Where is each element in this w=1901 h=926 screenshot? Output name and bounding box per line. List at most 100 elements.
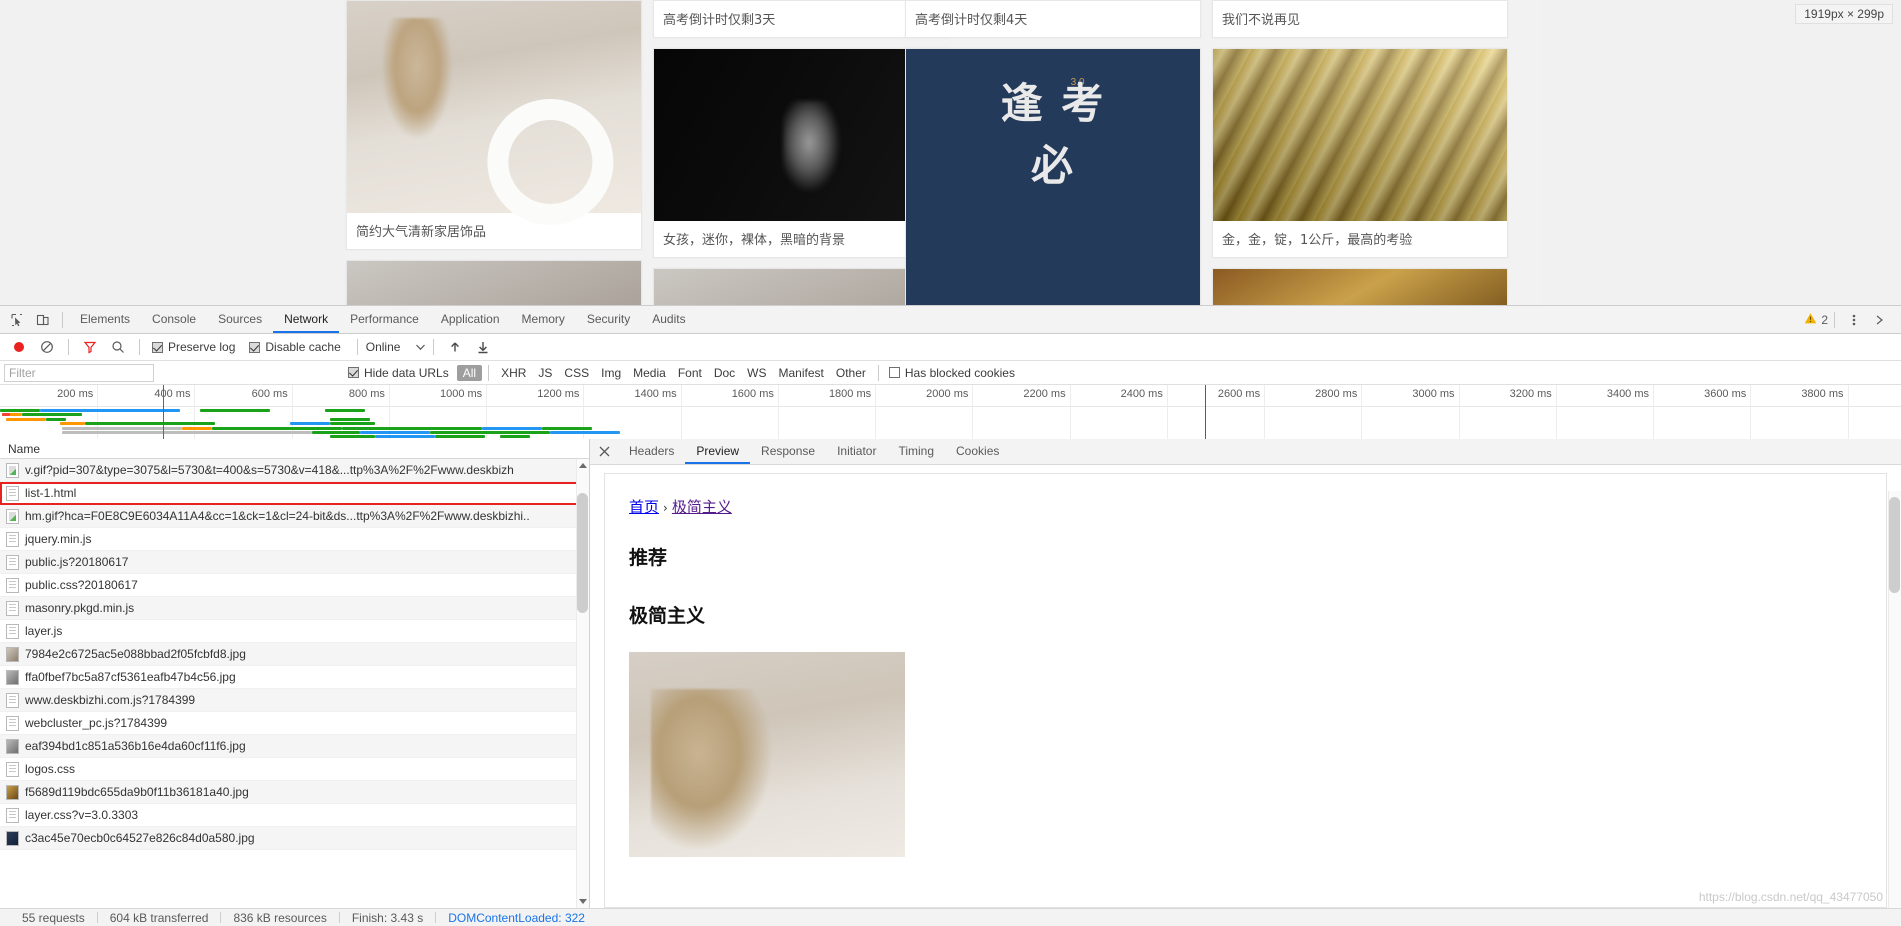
- request-row[interactable]: logos.css: [0, 758, 589, 781]
- hide-data-urls-checkbox[interactable]: Hide data URLs: [348, 366, 449, 380]
- scroll-up-icon[interactable]: [579, 463, 587, 468]
- waterfall-bar: [6, 418, 46, 421]
- breadcrumb-current-link[interactable]: 极简主义: [672, 498, 732, 516]
- wallpaper-card[interactable]: 金，金，锭，1公斤，最高的考验: [1212, 48, 1508, 258]
- filter-type-doc[interactable]: Doc: [708, 365, 741, 381]
- tab-elements[interactable]: Elements: [69, 306, 141, 333]
- network-toolbar: Preserve log Disable cache Online: [0, 334, 1901, 361]
- request-row[interactable]: c3ac45e70ecb0c64527e826c84d0a580.jpg: [0, 827, 589, 850]
- device-toolbar-icon[interactable]: [30, 308, 56, 332]
- filter-type-other[interactable]: Other: [830, 365, 872, 381]
- wallpaper-thumbnail[interactable]: [1213, 269, 1507, 305]
- tab-memory[interactable]: Memory: [511, 306, 576, 333]
- disable-cache-checkbox[interactable]: Disable cache: [249, 340, 340, 354]
- preserve-log-checkbox[interactable]: Preserve log: [152, 340, 235, 354]
- request-row[interactable]: www.deskbizhi.com.js?1784399: [0, 689, 589, 712]
- warning-icon: [1804, 312, 1817, 328]
- close-devtools-icon[interactable]: [1867, 308, 1893, 332]
- filter-input[interactable]: [4, 364, 154, 382]
- request-row[interactable]: eaf394bd1c851a536b16e4da60cf11f6.jpg: [0, 735, 589, 758]
- wallpaper-thumbnail[interactable]: [654, 269, 948, 305]
- wallpaper-card[interactable]: 我们不说再见: [1212, 0, 1508, 38]
- inspect-element-icon[interactable]: [4, 308, 30, 332]
- wallpaper-thumbnail[interactable]: 3.0 逢 考 必: [906, 49, 1200, 305]
- filter-type-img[interactable]: Img: [595, 365, 627, 381]
- request-row[interactable]: f5689d119bdc655da9b0f11b36181a40.jpg: [0, 781, 589, 804]
- request-row[interactable]: list-1.html: [0, 482, 589, 505]
- preview-scrollbar[interactable]: [1888, 491, 1901, 908]
- detail-tab-response[interactable]: Response: [750, 439, 826, 464]
- wallpaper-thumbnail[interactable]: [1213, 49, 1507, 221]
- wallpaper-card[interactable]: [1212, 268, 1508, 305]
- tab-sources[interactable]: Sources: [207, 306, 273, 333]
- request-list-header[interactable]: Name: [0, 439, 589, 459]
- wallpaper-card[interactable]: [346, 260, 642, 305]
- tab-audits[interactable]: Audits: [641, 306, 696, 333]
- clear-icon[interactable]: [34, 335, 60, 359]
- filter-type-media[interactable]: Media: [627, 365, 672, 381]
- breadcrumb-home-link[interactable]: 首页: [629, 498, 659, 516]
- warning-badge[interactable]: 2: [1804, 312, 1828, 328]
- detail-tab-cookies[interactable]: Cookies: [945, 439, 1010, 464]
- request-row[interactable]: layer.css?v=3.0.3303: [0, 804, 589, 827]
- tab-security[interactable]: Security: [576, 306, 641, 333]
- request-row[interactable]: 7984e2c6725ac5e088bbad2f05fcbfd8.jpg: [0, 643, 589, 666]
- wallpaper-card[interactable]: 简约大气清新家居饰品: [346, 0, 642, 250]
- detail-tab-initiator[interactable]: Initiator: [826, 439, 887, 464]
- detail-tab-preview[interactable]: Preview: [685, 439, 750, 464]
- wallpaper-thumbnail[interactable]: [347, 1, 641, 213]
- wallpaper-thumbnail[interactable]: [654, 49, 948, 221]
- filter-type-all[interactable]: All: [457, 365, 482, 381]
- request-row[interactable]: public.js?20180617: [0, 551, 589, 574]
- wallpaper-caption: 金，金，锭，1公斤，最高的考验: [1213, 221, 1507, 257]
- more-options-icon[interactable]: [1841, 308, 1867, 332]
- import-har-icon[interactable]: [442, 335, 468, 359]
- request-row[interactable]: hm.gif?hca=F0E8C9E6034A11A4&cc=1&ck=1&cl…: [0, 505, 589, 528]
- filter-type-ws[interactable]: WS: [741, 365, 772, 381]
- request-row[interactable]: v.gif?pid=307&type=3075&l=5730&t=400&s=5…: [0, 459, 589, 482]
- tab-network[interactable]: Network: [273, 306, 339, 333]
- waterfall-bar: [200, 409, 270, 412]
- filter-type-font[interactable]: Font: [672, 365, 708, 381]
- filter-icon[interactable]: [77, 335, 103, 359]
- tab-application[interactable]: Application: [430, 306, 511, 333]
- filter-type-js[interactable]: JS: [532, 365, 558, 381]
- request-row[interactable]: masonry.pkgd.min.js: [0, 597, 589, 620]
- export-har-icon[interactable]: [470, 335, 496, 359]
- request-list-pane: Name v.gif?pid=307&type=3075&l=5730&t=40…: [0, 439, 590, 908]
- preview-body[interactable]: 首页›极简主义 推荐 极简主义: [590, 465, 1901, 908]
- tab-performance[interactable]: Performance: [339, 306, 430, 333]
- wallpaper-thumbnail[interactable]: [347, 261, 641, 305]
- wallpaper-card[interactable]: 3.0 逢 考 必: [905, 48, 1201, 305]
- has-blocked-cookies-checkbox[interactable]: Has blocked cookies: [889, 366, 1015, 380]
- webpage-viewport[interactable]: 简约大气清新家居饰品 高考倒计时仅剩3天 女孩，迷你，裸体，黑暗的背景: [0, 0, 1901, 305]
- close-icon[interactable]: [590, 439, 618, 464]
- request-name: 7984e2c6725ac5e088bbad2f05fcbfd8.jpg: [25, 647, 246, 661]
- request-list[interactable]: v.gif?pid=307&type=3075&l=5730&t=400&s=5…: [0, 459, 589, 908]
- request-row[interactable]: jquery.min.js: [0, 528, 589, 551]
- status-resources: 836 kB resources: [221, 911, 338, 925]
- wallpaper-card[interactable]: 高考倒计时仅剩4天: [905, 0, 1201, 38]
- status-domcontentloaded: DOMContentLoaded: 322: [436, 911, 597, 925]
- scrollbar-thumb[interactable]: [1889, 497, 1900, 593]
- throttling-select[interactable]: Online: [366, 340, 426, 354]
- request-row[interactable]: layer.js: [0, 620, 589, 643]
- detail-tab-headers[interactable]: Headers: [618, 439, 685, 464]
- filter-type-manifest[interactable]: Manifest: [773, 365, 830, 381]
- request-list-scrollbar[interactable]: [576, 459, 589, 908]
- waterfall-bar: [330, 435, 375, 438]
- scroll-down-icon[interactable]: [579, 899, 587, 904]
- filter-type-xhr[interactable]: XHR: [495, 365, 532, 381]
- request-row[interactable]: webcluster_pc.js?1784399: [0, 712, 589, 735]
- record-icon[interactable]: [6, 335, 32, 359]
- search-icon[interactable]: [105, 335, 131, 359]
- scrollbar-thumb[interactable]: [577, 493, 588, 613]
- toolbar-divider: [488, 365, 489, 381]
- timeline-tick-label: 3800 ms: [1801, 388, 1847, 400]
- resource-type-icon: [6, 739, 19, 754]
- request-row[interactable]: public.css?20180617: [0, 574, 589, 597]
- tab-console[interactable]: Console: [141, 306, 207, 333]
- detail-tab-timing[interactable]: Timing: [887, 439, 945, 464]
- filter-type-css[interactable]: CSS: [558, 365, 595, 381]
- request-row[interactable]: ffa0fbef7bc5a87cf5361eafb47b4c56.jpg: [0, 666, 589, 689]
